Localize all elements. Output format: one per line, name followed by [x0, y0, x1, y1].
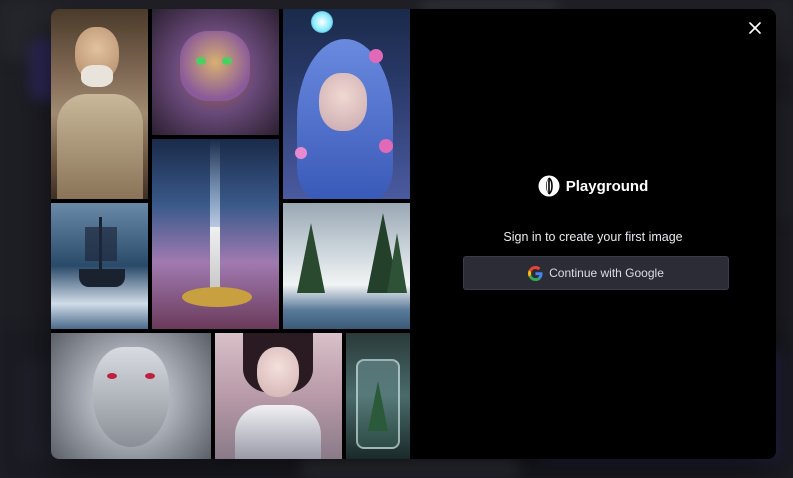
wolf-eye-left — [107, 373, 117, 379]
gallery-image-old-man — [51, 9, 148, 199]
woman-armor — [235, 405, 321, 459]
woman-face — [257, 347, 299, 397]
lighthouse-beam — [210, 139, 220, 239]
signin-panel: Playground Sign in to create your first … — [410, 9, 776, 459]
gallery-image-silver-wolf — [51, 333, 211, 459]
girl-face — [319, 73, 367, 131]
wolf-head — [93, 347, 169, 447]
gallery-image-ship — [51, 203, 148, 329]
gallery-image-snowy-forest — [283, 203, 410, 329]
old-man-shirt — [57, 94, 143, 199]
cat-head — [180, 31, 250, 101]
brand-name: Playground — [565, 177, 649, 195]
gallery-image-cat — [152, 9, 279, 135]
signin-prompt: Sign in to create your first image — [503, 230, 683, 244]
signin-modal: Playground Sign in to create your first … — [51, 9, 776, 459]
girl-flower — [295, 147, 307, 159]
brand: Playground — [410, 175, 776, 197]
tree — [387, 233, 407, 293]
jar-tree — [368, 381, 388, 431]
tree — [297, 223, 325, 293]
girl-flower — [379, 139, 393, 153]
cat-eye-right — [222, 57, 232, 65]
gallery-image-forest-jar — [346, 333, 410, 459]
google-icon — [528, 265, 543, 281]
lighthouse-tower — [210, 227, 220, 289]
ship-hull — [79, 269, 125, 287]
old-man-beard — [81, 65, 113, 87]
wolf-eye-right — [145, 373, 155, 379]
google-button-label: Continue with Google — [549, 266, 664, 280]
cat-eye-left — [196, 57, 206, 65]
gallery-image-blue-hair-girl — [283, 9, 410, 199]
ship-sail — [85, 227, 117, 261]
lighthouse-island — [182, 287, 252, 307]
playground-logo-icon — [538, 175, 560, 197]
image-gallery — [51, 9, 410, 459]
gallery-image-lighthouse — [152, 139, 279, 329]
gallery-image-armored-woman — [215, 333, 342, 459]
continue-with-google-button[interactable]: Continue with Google — [463, 256, 729, 290]
girl-flower — [369, 49, 383, 63]
girl-moon — [311, 11, 333, 33]
